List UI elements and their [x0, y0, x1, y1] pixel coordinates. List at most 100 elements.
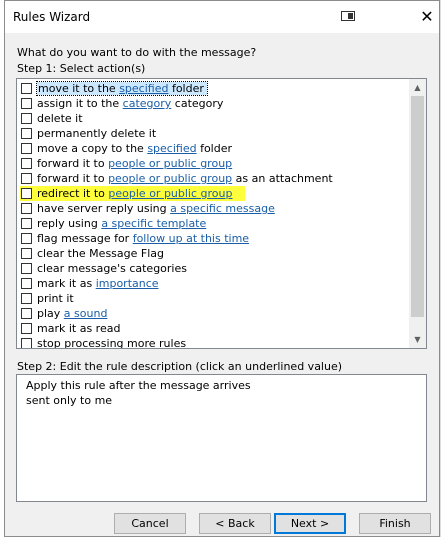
action-item[interactable]: clear message's categories: [17, 261, 409, 276]
action-label: move a copy to the specified folder: [37, 142, 232, 155]
action-text: folder: [196, 142, 233, 155]
action-item[interactable]: forward it to people or public group: [17, 156, 409, 171]
rules-wizard-dialog: Rules Wizard ✕ What do you want to do wi…: [4, 0, 440, 537]
action-link[interactable]: people or public group: [108, 187, 232, 200]
action-item[interactable]: play a sound: [17, 306, 409, 321]
action-text: as an attachment: [232, 172, 333, 185]
action-checkbox[interactable]: [21, 83, 32, 94]
action-text: folder: [168, 82, 204, 95]
finish-button[interactable]: Finish: [359, 513, 431, 534]
action-text: forward it to: [37, 157, 109, 170]
action-checkbox[interactable]: [21, 173, 32, 184]
action-text: clear the Message Flag: [37, 247, 164, 260]
action-item[interactable]: assign it to the category category: [17, 96, 409, 111]
action-item[interactable]: have server reply using a specific messa…: [17, 201, 409, 216]
action-link[interactable]: people or public group: [108, 157, 232, 170]
action-item[interactable]: move it to the specified folder: [17, 81, 409, 96]
description-line: sent only to me: [26, 394, 113, 407]
action-checkbox[interactable]: [21, 218, 32, 229]
back-button[interactable]: < Back: [199, 513, 271, 534]
action-checkbox[interactable]: [21, 248, 32, 259]
action-checkbox[interactable]: [21, 128, 32, 139]
action-link[interactable]: specified: [119, 82, 168, 95]
scroll-up-icon[interactable]: ▲: [409, 79, 426, 96]
action-item[interactable]: print it: [17, 291, 409, 306]
action-label: reply using a specific template: [37, 217, 206, 230]
action-link[interactable]: a specific message: [170, 202, 275, 215]
action-label: flag message for follow up at this time: [37, 232, 249, 245]
action-checkbox[interactable]: [21, 338, 32, 348]
action-label: print it: [37, 292, 74, 305]
action-link[interactable]: importance: [96, 277, 159, 290]
action-checkbox[interactable]: [21, 203, 32, 214]
action-text: move it to the: [38, 82, 120, 95]
action-text: mark it as read: [37, 322, 121, 335]
action-label: clear the Message Flag: [37, 247, 164, 260]
action-link[interactable]: a sound: [64, 307, 108, 320]
action-text: stop processing more rules: [37, 337, 187, 349]
close-icon[interactable]: ✕: [417, 7, 437, 27]
action-item[interactable]: reply using a specific template: [17, 216, 409, 231]
actions-list[interactable]: move it to the specified folder assign it…: [16, 78, 427, 349]
action-label: forward it to people or public group as …: [37, 172, 333, 185]
action-checkbox[interactable]: [21, 278, 32, 289]
action-item[interactable]: delete it: [17, 111, 409, 126]
action-text: clear message's categories: [37, 262, 187, 275]
action-label: delete it: [37, 112, 83, 125]
action-text: permanently delete it: [37, 127, 157, 140]
scroll-thumb[interactable]: [411, 96, 424, 317]
action-item[interactable]: flag message for follow up at this time: [17, 231, 409, 246]
action-label: permanently delete it: [37, 127, 156, 140]
action-item[interactable]: move a copy to the specified folder: [17, 141, 409, 156]
action-link[interactable]: people or public group: [108, 172, 232, 185]
action-text: category: [171, 97, 224, 110]
action-item[interactable]: clear the Message Flag: [17, 246, 409, 261]
step2-label: Step 2: Edit the rule description (click…: [17, 360, 343, 373]
action-label: forward it to people or public group: [37, 157, 232, 170]
action-item[interactable]: permanently delete it: [17, 126, 409, 141]
action-checkbox[interactable]: [21, 308, 32, 319]
background-app-edge: [440, 0, 447, 537]
action-link[interactable]: follow up at this time: [133, 232, 249, 245]
step1-label: Step 1: Select action(s): [17, 62, 146, 75]
action-text: have server reply using: [37, 202, 171, 215]
scroll-down-icon[interactable]: ▼: [409, 331, 426, 348]
next-button[interactable]: Next >: [274, 513, 346, 534]
restore-icon[interactable]: [341, 11, 355, 21]
actions-scrollbar[interactable]: ▲ ▼: [409, 79, 426, 348]
action-item[interactable]: mark it as importance: [17, 276, 409, 291]
action-checkbox[interactable]: [21, 158, 32, 169]
action-link[interactable]: a specific template: [101, 217, 206, 230]
action-label: mark it as read: [37, 322, 120, 335]
action-item[interactable]: forward it to people or public group as …: [17, 171, 409, 186]
action-text: play: [37, 307, 64, 320]
action-checkbox[interactable]: [21, 98, 32, 109]
action-item[interactable]: redirect it to people or public group: [17, 186, 409, 201]
action-text: delete it: [37, 112, 83, 125]
action-checkbox[interactable]: [21, 293, 32, 304]
dialog-title: Rules Wizard: [13, 10, 91, 24]
action-text: flag message for: [37, 232, 133, 245]
action-label: clear message's categories: [37, 262, 187, 275]
action-checkbox[interactable]: [21, 188, 32, 199]
action-checkbox[interactable]: [21, 113, 32, 124]
action-checkbox[interactable]: [21, 143, 32, 154]
action-checkbox[interactable]: [21, 263, 32, 274]
action-checkbox[interactable]: [21, 233, 32, 244]
action-checkbox[interactable]: [21, 323, 32, 334]
rule-description-box[interactable]: Apply this rule after the message arrive…: [16, 374, 427, 502]
action-label: move it to the specified folder: [36, 81, 208, 96]
action-text: print it: [37, 292, 74, 305]
action-label: have server reply using a specific messa…: [37, 202, 275, 215]
action-link[interactable]: specified: [147, 142, 196, 155]
action-text: mark it as: [37, 277, 96, 290]
description-line: Apply this rule after the message arrive…: [26, 379, 251, 392]
cancel-button[interactable]: Cancel: [114, 513, 186, 534]
action-item[interactable]: mark it as read: [17, 321, 409, 336]
action-text: redirect it to: [37, 187, 109, 200]
action-label: stop processing more rules: [37, 337, 187, 349]
action-item[interactable]: stop processing more rules: [17, 336, 409, 349]
action-link[interactable]: category: [123, 97, 172, 110]
action-text: move a copy to the: [37, 142, 148, 155]
prompt-text: What do you want to do with the message?: [17, 46, 257, 59]
